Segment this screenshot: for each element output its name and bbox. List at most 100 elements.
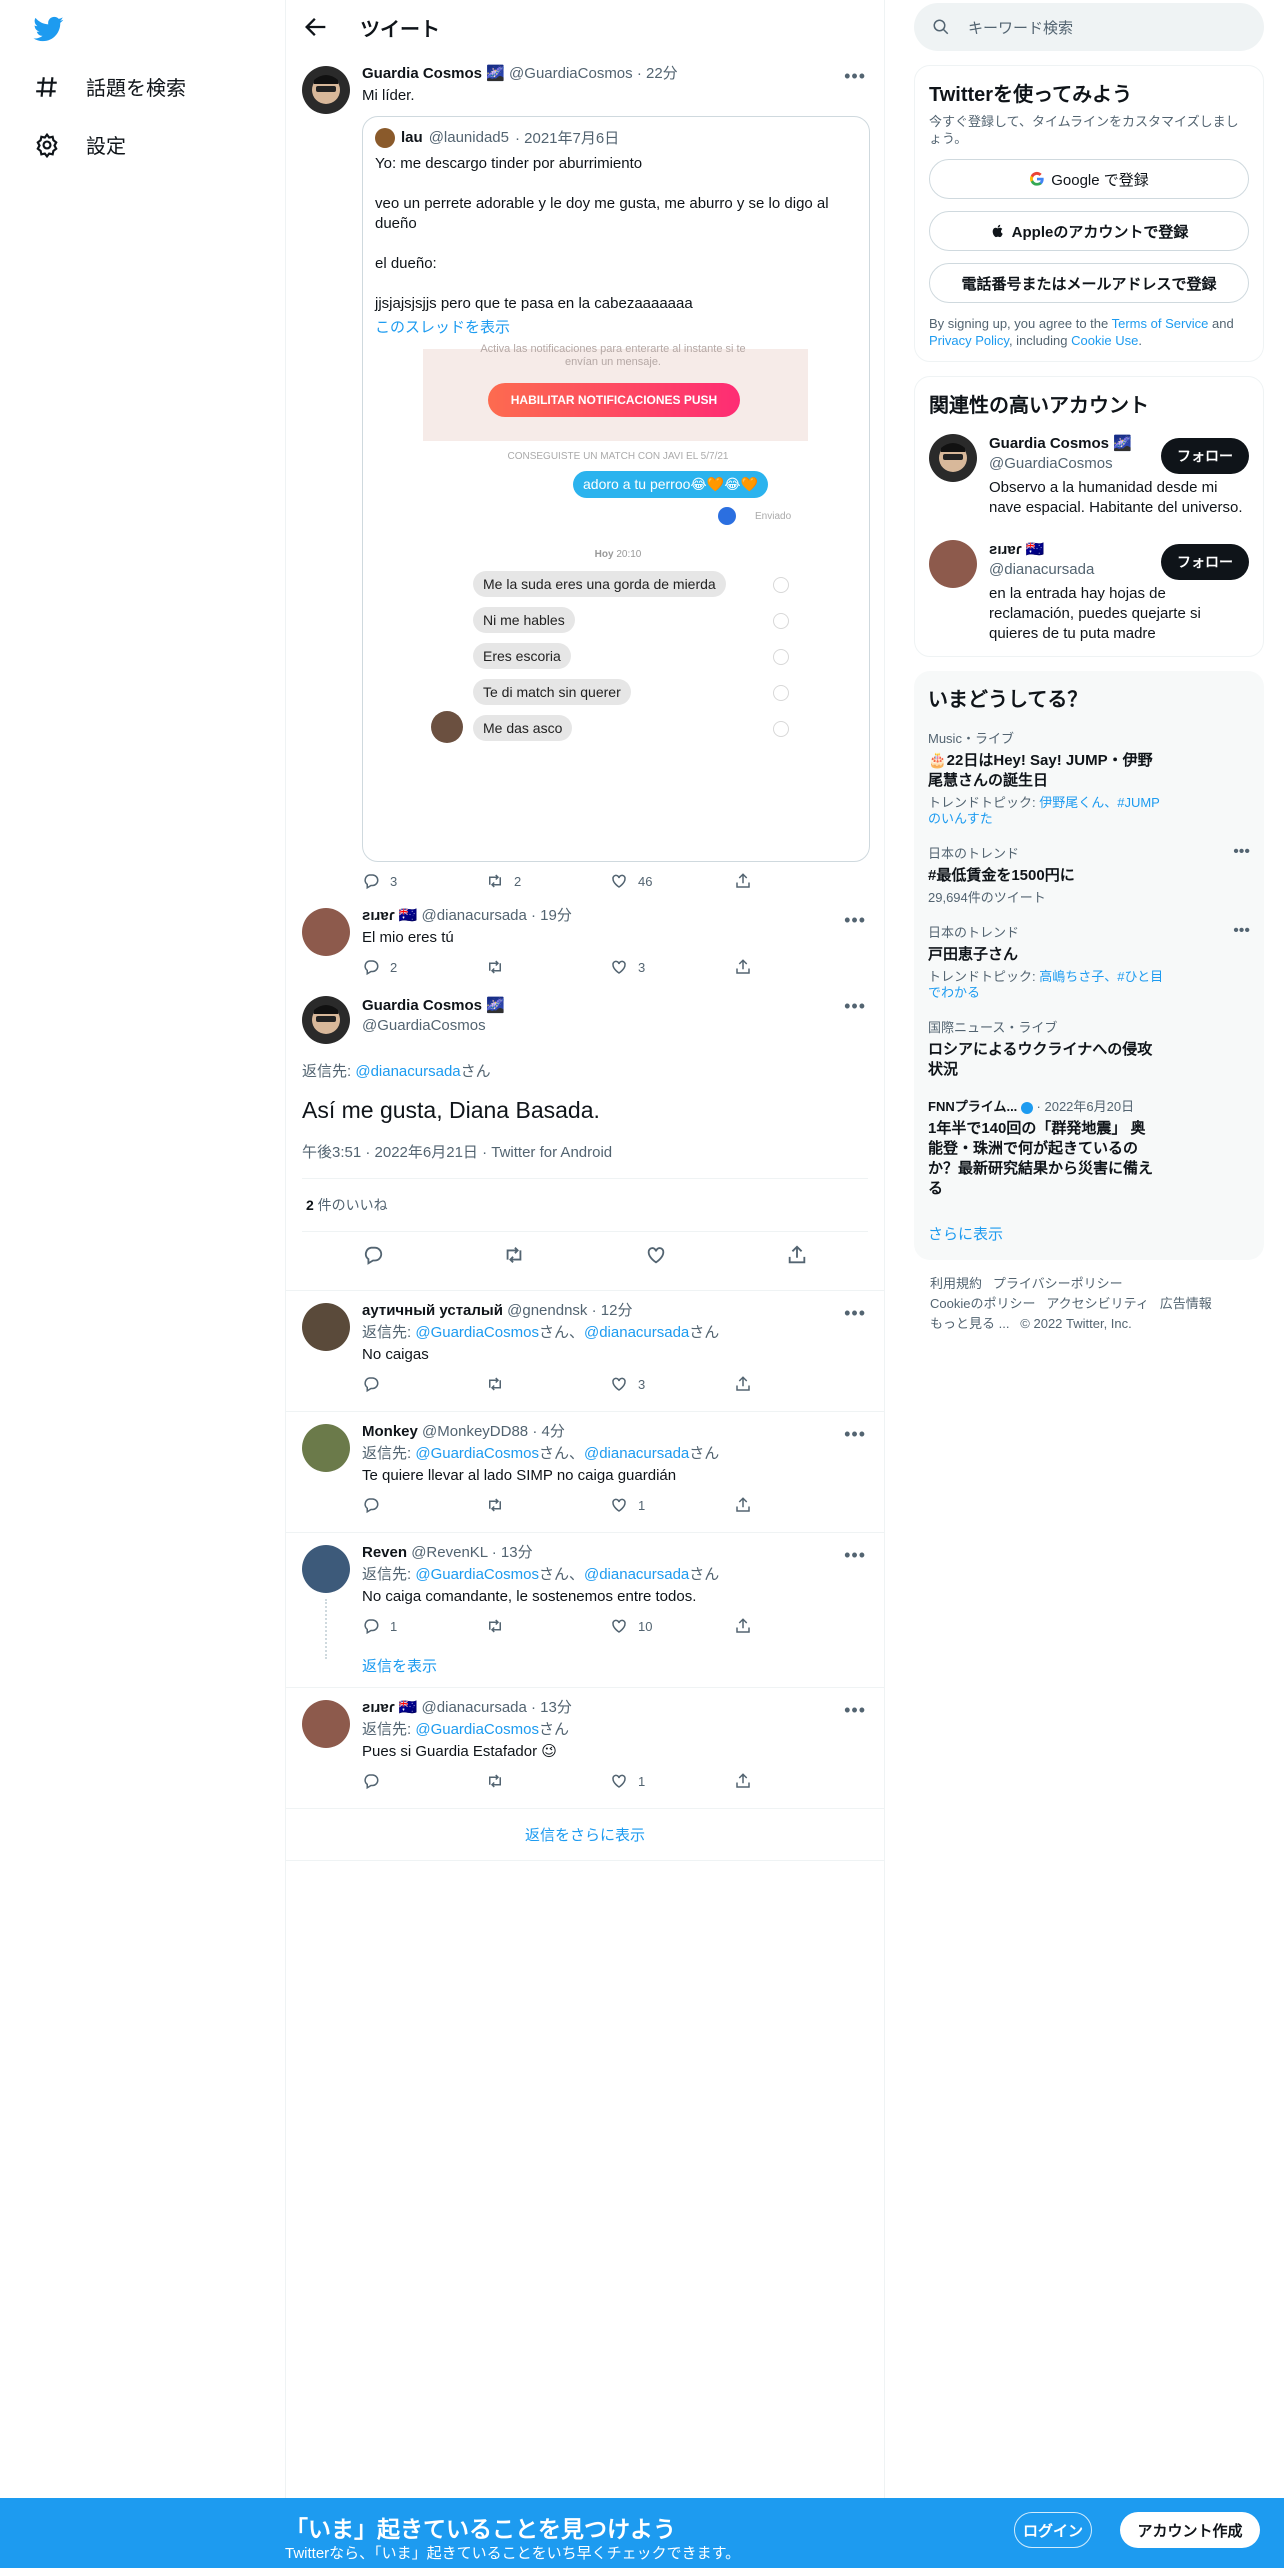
reply-to-link[interactable]: @dianacursada xyxy=(584,1566,689,1583)
more-options-icon[interactable]: ••• xyxy=(844,66,866,87)
author-name[interactable]: ƨıɹɐɾ 🇦🇺 xyxy=(362,1699,417,1716)
reply-tweet[interactable]: ••• аутичный усталый @gnendnsk · 12分 返信先… xyxy=(286,1291,884,1412)
tweet-time[interactable]: · 12分 xyxy=(592,1302,633,1319)
reply-button[interactable] xyxy=(362,1375,422,1393)
trend-item[interactable]: ••• 日本のトレンド 戸田恵子さん トレンドトピック: 高嶋ちさ子、#ひと目で… xyxy=(928,922,1250,1001)
like-button[interactable]: 3 xyxy=(610,958,670,976)
share-button[interactable] xyxy=(734,1496,794,1514)
share-icon[interactable] xyxy=(786,1244,808,1266)
footer-link[interactable]: アクセシビリティ xyxy=(1046,1296,1149,1311)
author-name[interactable]: Reven xyxy=(362,1544,407,1561)
avatar[interactable] xyxy=(302,996,350,1044)
more-options-icon[interactable]: ••• xyxy=(844,1424,866,1445)
more-options-icon[interactable]: ••• xyxy=(844,1303,866,1324)
author-name[interactable]: Guardia Cosmos 🌌 xyxy=(362,65,505,82)
retweet-button[interactable] xyxy=(486,1772,546,1790)
author-name[interactable]: аутичный усталый xyxy=(362,1302,503,1319)
search-bar[interactable]: キーワード検索 xyxy=(914,3,1264,51)
more-options-icon[interactable]: ••• xyxy=(1233,922,1250,940)
reply-to-link[interactable]: @GuardiaCosmos xyxy=(415,1324,539,1341)
show-more-replies-button[interactable]: 返信をさらに表示 xyxy=(286,1809,884,1861)
author-name[interactable]: Guardia Cosmos 🌌 xyxy=(362,996,505,1016)
show-thread-link[interactable]: このスレッドを表示 xyxy=(375,316,857,337)
avatar[interactable] xyxy=(929,434,977,482)
more-options-icon[interactable]: ••• xyxy=(844,996,866,1017)
terms-of-service-link[interactable]: Terms of Service xyxy=(1112,316,1209,331)
share-button[interactable] xyxy=(734,872,794,890)
apple-signup-button[interactable]: Appleのアカウントで登録 xyxy=(929,211,1249,251)
like-button[interactable]: 1 xyxy=(610,1772,670,1790)
reply-to-link[interactable]: @dianacursada xyxy=(584,1324,689,1341)
avatar[interactable] xyxy=(302,1424,350,1472)
retweet-button[interactable] xyxy=(486,1375,546,1393)
focal-tweet-meta[interactable]: 午後3:51 · 2022年6月21日 · Twitter for Androi… xyxy=(302,1141,868,1179)
parent-tweet[interactable]: ••• Guardia Cosmos 🌌 @GuardiaCosmos · 22… xyxy=(286,54,884,890)
login-button[interactable]: ログイン xyxy=(1014,2512,1092,2548)
author-handle[interactable]: @MonkeyDD88 xyxy=(422,1423,528,1440)
reply-to-link[interactable]: @dianacursada xyxy=(584,1445,689,1462)
trend-item[interactable]: ••• 日本のトレンド #最低賃金を1500円に 29,694件のツイート xyxy=(928,843,1250,906)
nav-settings[interactable]: 設定 xyxy=(34,130,126,159)
likes-count-row[interactable]: 2 件のいいね xyxy=(302,1179,868,1232)
trend-item[interactable]: 国際ニュース・ライブ ロシアによるウクライナへの侵攻状況 xyxy=(928,1017,1250,1080)
reply-tweet[interactable]: ••• ƨıɹɐɾ 🇦🇺 @dianacursada · 13分 返信先: @G… xyxy=(286,1688,884,1809)
author-handle[interactable]: @dianacursada xyxy=(422,1699,527,1716)
reply-button[interactable] xyxy=(362,1772,422,1790)
trend-item[interactable]: Music・ライブ 🎂22日はHey! Say! JUMP・伊野尾慧さんの誕生日… xyxy=(928,728,1250,827)
reply-to-link[interactable]: @dianacursada xyxy=(355,1063,460,1080)
tweet-time[interactable]: · 13分 xyxy=(531,1699,572,1716)
avatar[interactable] xyxy=(302,908,350,956)
tweet-time[interactable]: · 13分 xyxy=(492,1544,533,1561)
author-handle[interactable]: @GuardiaCosmos xyxy=(362,1016,505,1036)
reply-button[interactable]: 1 xyxy=(362,1617,422,1635)
avatar[interactable] xyxy=(302,1545,350,1593)
google-signup-button[interactable]: Google で登録 xyxy=(929,159,1249,199)
share-button[interactable] xyxy=(734,1617,794,1635)
reply-button[interactable]: 2 xyxy=(362,958,422,976)
related-account[interactable]: ƨıɹɐɾ 🇦🇺 @dianacursada en la entrada hay… xyxy=(929,540,1249,644)
reply-to-link[interactable]: @GuardiaCosmos xyxy=(415,1445,539,1462)
footer-link[interactable]: 利用規約 xyxy=(930,1276,982,1291)
retweet-button[interactable] xyxy=(486,958,546,976)
quote-image-chat-screenshot[interactable]: Activa las notificaciones para enterarte… xyxy=(423,343,813,749)
share-button[interactable] xyxy=(734,1772,794,1790)
phone-email-signup-button[interactable]: 電話番号またはメールアドレスで登録 xyxy=(929,263,1249,303)
footer-link[interactable]: 広告情報 xyxy=(1160,1296,1212,1311)
more-options-icon[interactable]: ••• xyxy=(844,1545,866,1566)
thread-reply-tweet[interactable]: ••• ƨıɹɐɾ 🇦🇺 @dianacursada · 19分 El mio … xyxy=(286,890,884,976)
more-options-icon[interactable]: ••• xyxy=(1233,843,1250,861)
more-options-icon[interactable]: ••• xyxy=(844,1700,866,1721)
reply-to-link[interactable]: @GuardiaCosmos xyxy=(415,1721,539,1738)
trend-item[interactable]: FNNプライム... · 2022年6月20日 1年半で140回の「群発地震」 … xyxy=(928,1096,1250,1199)
like-button[interactable]: 46 xyxy=(610,872,670,890)
tweet-time[interactable]: · 19分 xyxy=(531,907,572,924)
quoted-tweet[interactable]: lau @launidad5 · 2021年7月6日 Yo: me descar… xyxy=(362,116,870,862)
like-button[interactable]: 1 xyxy=(610,1496,670,1514)
related-account[interactable]: Guardia Cosmos 🌌 @GuardiaCosmos Observo … xyxy=(929,434,1249,524)
privacy-policy-link[interactable]: Privacy Policy xyxy=(929,333,1009,348)
author-name[interactable]: ƨıɹɐɾ 🇦🇺 xyxy=(362,907,417,924)
twitter-logo-icon[interactable] xyxy=(32,14,66,44)
reply-button[interactable]: 3 xyxy=(362,872,422,890)
back-arrow-icon[interactable] xyxy=(302,13,330,41)
signup-button[interactable]: アカウント作成 xyxy=(1120,2512,1260,2548)
tweet-time[interactable]: · 4分 xyxy=(532,1423,565,1440)
reply-tweet[interactable]: ••• Monkey @MonkeyDD88 · 4分 返信先: @Guardi… xyxy=(286,1412,884,1533)
author-handle[interactable]: @RevenKL xyxy=(411,1544,487,1561)
share-button[interactable] xyxy=(734,1375,794,1393)
show-more-trends-link[interactable]: さらに表示 xyxy=(928,1223,1250,1244)
author-handle[interactable]: @GuardiaCosmos xyxy=(509,65,633,82)
retweet-button[interactable]: 2 xyxy=(486,872,546,890)
share-button[interactable] xyxy=(734,958,794,976)
like-button[interactable]: 3 xyxy=(610,1375,670,1393)
avatar[interactable] xyxy=(302,1700,350,1748)
more-options-icon[interactable]: ••• xyxy=(844,910,866,931)
footer-link[interactable]: もっと見る ... xyxy=(930,1316,1009,1331)
related-name[interactable]: Guardia Cosmos 🌌 xyxy=(989,434,1159,454)
related-handle[interactable]: @GuardiaCosmos xyxy=(989,454,1159,474)
follow-button[interactable]: フォロー xyxy=(1161,544,1249,580)
avatar[interactable] xyxy=(302,1303,350,1351)
author-name[interactable]: Monkey xyxy=(362,1423,418,1440)
author-handle[interactable]: @dianacursada xyxy=(422,907,527,924)
heart-icon[interactable] xyxy=(645,1244,667,1266)
